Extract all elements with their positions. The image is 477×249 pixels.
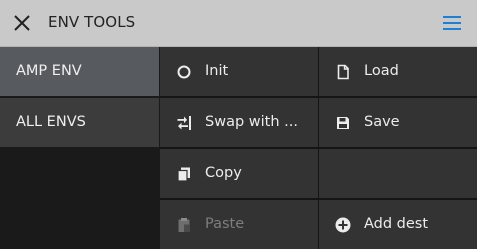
paste-icon (176, 217, 192, 233)
init-label: Init (205, 63, 229, 79)
hamburger-menu-icon[interactable] (441, 13, 463, 33)
load-button[interactable]: Load (319, 47, 477, 96)
save-button[interactable]: Save (319, 98, 477, 147)
circle-icon (176, 64, 192, 80)
copy-button[interactable]: Copy (160, 149, 318, 198)
init-button[interactable]: Init (160, 47, 318, 96)
copy-icon (176, 166, 192, 182)
add-dest-label: Add dest (364, 216, 429, 232)
swap-icon (176, 115, 192, 131)
page-title: ENV TOOLS (48, 13, 136, 31)
file-icon (335, 64, 351, 80)
copy-label: Copy (205, 165, 242, 181)
sidebar-item-all-envs[interactable]: ALL ENVS (0, 98, 159, 147)
sidebar-item-amp-env[interactable]: AMP ENV (0, 47, 159, 96)
swap-with-button[interactable]: Swap with ... (160, 98, 318, 147)
swap-with-label: Swap with ... (205, 114, 298, 130)
action-grid: Init Load Swap with ... Save Copy Paste … (160, 47, 477, 249)
sidebar-item-label: ALL ENVS (16, 114, 86, 130)
add-circle-icon (335, 217, 351, 233)
paste-label: Paste (205, 216, 245, 232)
save-icon (335, 115, 351, 131)
add-dest-button[interactable]: Add dest (319, 200, 477, 249)
sidebar: AMP ENV ALL ENVS (0, 47, 160, 249)
env-tools-panel: ENV TOOLS AMP ENV ALL ENVS Init Load Swa… (0, 0, 477, 249)
load-label: Load (364, 63, 399, 79)
sidebar-item-label: AMP ENV (16, 63, 82, 79)
close-icon[interactable] (11, 12, 33, 34)
paste-button[interactable]: Paste (160, 200, 318, 249)
header-bar: ENV TOOLS (0, 0, 477, 47)
empty-cell (319, 149, 477, 198)
save-label: Save (364, 114, 400, 130)
